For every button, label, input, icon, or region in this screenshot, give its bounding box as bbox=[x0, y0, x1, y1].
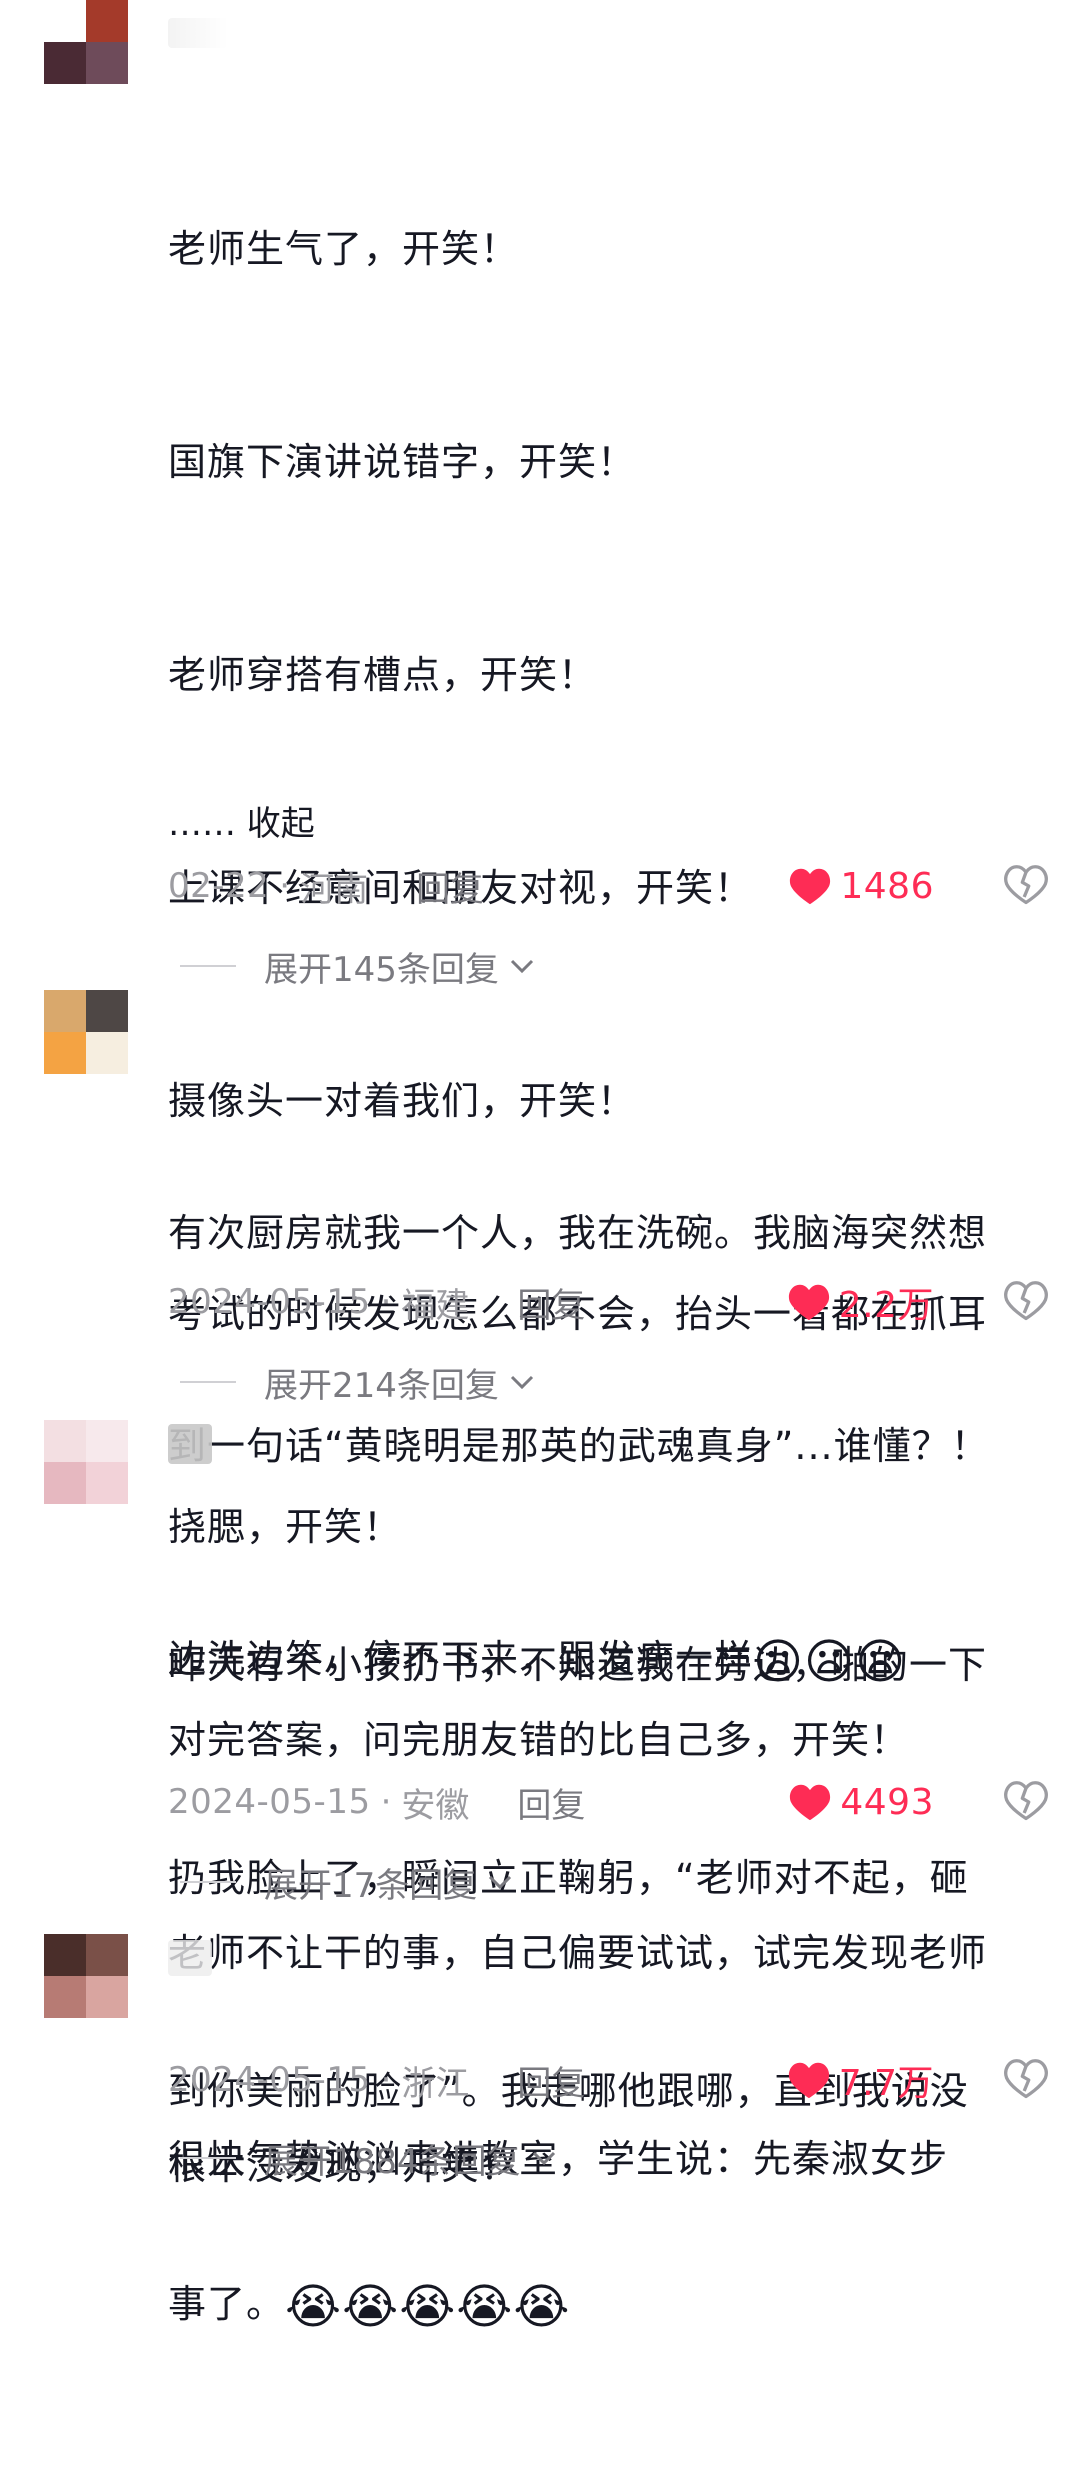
like-group: 4493 bbox=[788, 1772, 1048, 1832]
comment-line: 老师生气了，开笑！ bbox=[168, 227, 520, 271]
divider bbox=[180, 1881, 236, 1883]
comment-line: 到一句话“黄晓明是那英的武魂真身”...谁懂？！ bbox=[168, 1424, 990, 1468]
divider bbox=[180, 2157, 236, 2159]
like-count: 1486 bbox=[840, 865, 934, 907]
separator-dot: · bbox=[380, 1782, 392, 1822]
comment-line: 国旗下演讲说错字，开笑！ bbox=[168, 440, 637, 484]
comment-date: 2024-05-15 bbox=[168, 1282, 371, 1322]
chevron-down-icon bbox=[489, 1875, 512, 1890]
comment-line: 昨天有个小孩扔书，不知道我在旁边，啪的一下 bbox=[168, 1643, 988, 1687]
like-group: 7.7万 bbox=[787, 2050, 1048, 2110]
comment-location: 河南 bbox=[300, 869, 369, 910]
divider bbox=[180, 965, 236, 967]
heart-icon[interactable] bbox=[787, 1282, 831, 1322]
comment-location: 安徽 bbox=[401, 1785, 470, 1826]
broken-heart-icon[interactable] bbox=[1004, 2058, 1048, 2102]
expand-replies-button[interactable]: 展开145条回复 bbox=[180, 936, 535, 996]
like-group: 1486 bbox=[788, 856, 1048, 916]
comment-date: 02-22 bbox=[168, 866, 270, 906]
expand-replies-label: 展开214条回复 bbox=[264, 1365, 499, 1406]
reply-button[interactable]: 回复 bbox=[517, 1278, 585, 1327]
collapse-link[interactable]: …… 收起 bbox=[168, 796, 315, 845]
avatar[interactable] bbox=[44, 990, 128, 1074]
comment-date: 2024-05-15 bbox=[168, 2060, 371, 2100]
separator-dot: · bbox=[380, 2060, 392, 2100]
separator-dot: · bbox=[279, 866, 291, 906]
avatar[interactable] bbox=[44, 1934, 128, 2018]
expand-replies-label: 展开1884条回复 bbox=[264, 2141, 521, 2182]
comment-line: 老师穿搭有槽点，开笑！ bbox=[168, 653, 598, 697]
avatar[interactable] bbox=[44, 0, 128, 84]
comment-line: 有次厨房就我一个人，我在洗碗。我脑海突然想 bbox=[168, 1211, 988, 1255]
broken-heart-icon[interactable] bbox=[1004, 1780, 1048, 1824]
expand-replies-button[interactable]: 展开17条回复 bbox=[180, 1852, 513, 1912]
reply-button[interactable]: 回复 bbox=[416, 862, 484, 911]
like-group: 2.2万 bbox=[787, 1272, 1048, 1332]
username[interactable] bbox=[168, 18, 228, 48]
broken-heart-icon[interactable] bbox=[1004, 1280, 1048, 1324]
comment-location: 福建 bbox=[401, 1285, 470, 1326]
comment-date: 2024-05-15 bbox=[168, 1782, 371, 1822]
broken-heart-icon[interactable] bbox=[1004, 864, 1048, 908]
username[interactable] bbox=[168, 1940, 212, 1976]
separator-dot: · bbox=[380, 1282, 392, 1322]
like-count: 2.2万 bbox=[838, 1285, 934, 1326]
avatar[interactable] bbox=[44, 1420, 128, 1504]
expand-replies-label: 展开145条回复 bbox=[264, 949, 499, 990]
expand-replies-label: 展开17条回复 bbox=[264, 1865, 478, 1906]
chevron-down-icon bbox=[510, 1375, 533, 1390]
comment-location: 浙江 bbox=[401, 2063, 470, 2104]
chevron-down-icon bbox=[510, 959, 533, 974]
expand-replies-button[interactable]: 展开1884条回复 bbox=[180, 2128, 557, 2188]
username[interactable] bbox=[168, 1424, 212, 1464]
chevron-down-icon bbox=[532, 2151, 555, 2166]
like-count: 4493 bbox=[840, 1781, 934, 1823]
like-count: 7.7万 bbox=[838, 2063, 934, 2104]
divider bbox=[180, 1381, 236, 1383]
reply-button[interactable]: 回复 bbox=[517, 1778, 585, 1827]
heart-icon[interactable] bbox=[788, 866, 832, 906]
expand-replies-button[interactable]: 展开214条回复 bbox=[180, 1352, 535, 1412]
heart-icon[interactable] bbox=[788, 1782, 832, 1822]
reply-button[interactable]: 回复 bbox=[517, 2056, 585, 2105]
heart-icon[interactable] bbox=[787, 2060, 831, 2100]
